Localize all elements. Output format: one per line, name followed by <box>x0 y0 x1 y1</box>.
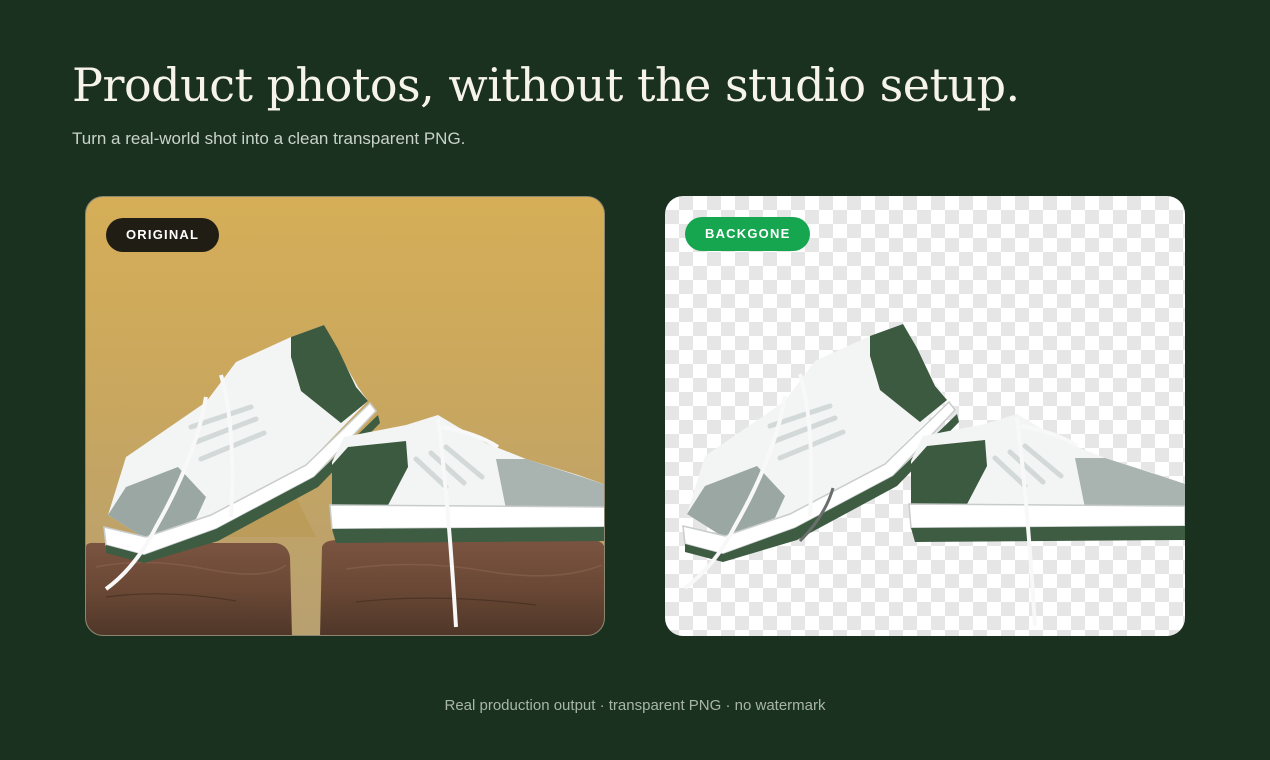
result-badge: BACKGONE <box>685 217 811 251</box>
footer-caption: Real production output · transparent PNG… <box>444 697 826 714</box>
original-badge: ORIGINAL <box>106 218 220 252</box>
result-photo-panel: BACKGONE <box>665 196 1185 636</box>
original-photo-panel: ORIGINAL <box>85 196 605 636</box>
sneakers-cutout <box>682 324 1185 627</box>
original-photo <box>86 325 604 635</box>
result-photo <box>682 324 1185 627</box>
page-headline: Product photos, without the studio setup… <box>72 58 1020 112</box>
page-subheadline: Turn a real-world shot into a clean tran… <box>72 129 466 148</box>
